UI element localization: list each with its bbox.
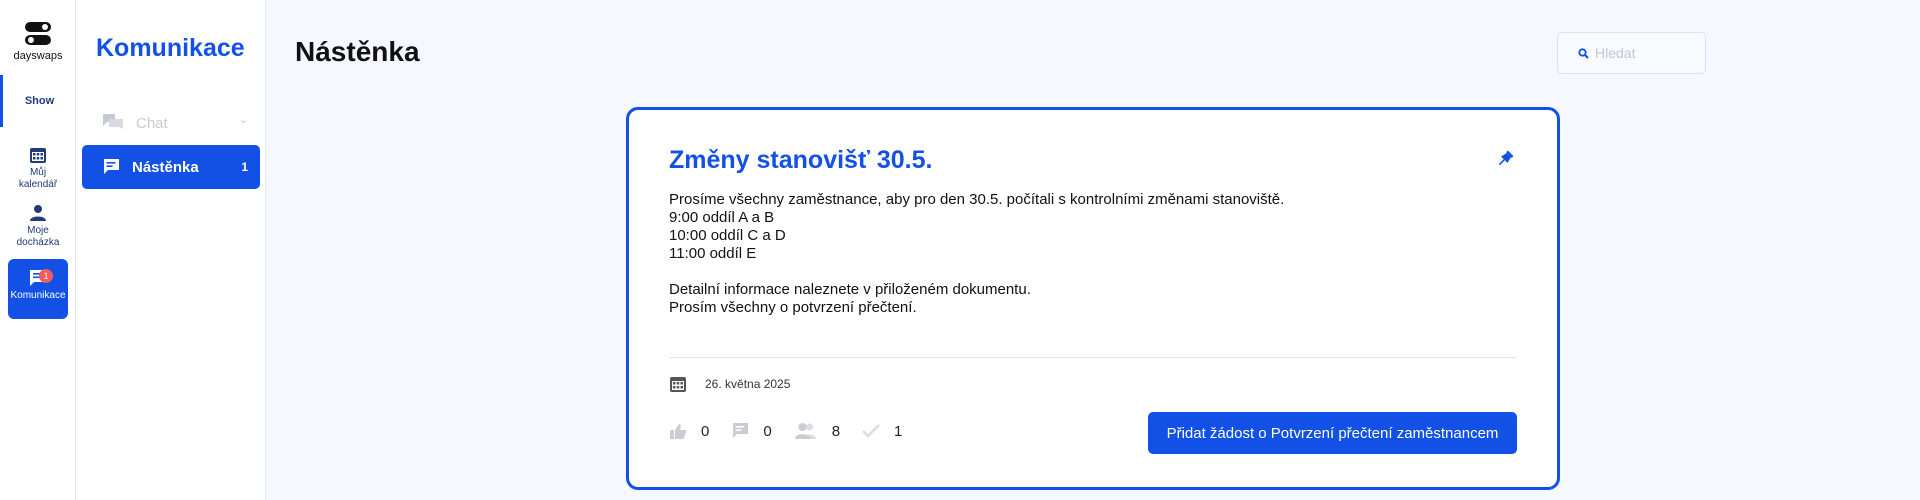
rail-item-my-attendance[interactable]: Moje docházka — [0, 204, 76, 249]
sidebar-item-chat[interactable]: Chat ⌄ — [82, 101, 260, 145]
thumbs-up-icon — [670, 423, 687, 439]
calendar-icon — [670, 377, 686, 392]
sidebar-title: Komunikace — [96, 34, 245, 62]
board-message-icon — [103, 159, 119, 174]
unread-count: 1 — [241, 160, 248, 174]
rail-item-label: Komunikace — [10, 290, 66, 301]
rail-item-label: kalendář — [18, 179, 58, 190]
comments-count: 0 — [763, 422, 772, 440]
chat-bubbles-icon — [103, 114, 123, 129]
post-line: Prosím všechny o potvrzení přečtení. — [669, 299, 917, 316]
recipients-count: 8 — [831, 422, 841, 440]
post-line: Prosíme všechny zaměstnance, aby pro den… — [669, 191, 1285, 208]
comment-icon — [732, 423, 749, 438]
post-line: Detailní informace naleznete v přiložené… — [669, 281, 1031, 298]
show-button[interactable]: Show — [0, 75, 76, 127]
secondary-sidebar: Komunikace Chat ⌄ Nástěnka 1 — [76, 0, 266, 500]
notification-badge: 1 — [39, 269, 53, 283]
brand-name: dayswaps — [13, 50, 63, 62]
request-read-confirmation-button[interactable]: Přidat žádost o Potvrzení přečtení zaměs… — [1148, 412, 1517, 454]
comments-stat[interactable]: 0 — [731, 422, 772, 440]
sidebar-item-label: Chat — [136, 114, 168, 132]
sidebar-item-label: Nástěnka — [132, 158, 199, 176]
post-date: 26. května 2025 — [705, 377, 791, 391]
post-paragraph: Prosíme všechny zaměstnance, aby pro den… — [669, 191, 1284, 263]
sidebar-item-board[interactable]: Nástěnka 1 — [82, 145, 260, 189]
search-box[interactable] — [1557, 32, 1706, 74]
search-input[interactable] — [1595, 45, 1695, 61]
recipients-stat[interactable]: 8 — [794, 422, 840, 440]
likes-count: 0 — [701, 422, 710, 440]
icon-rail: dayswaps Show Můj kalendář Moje docházka… — [0, 0, 76, 500]
board-post-card: Změny stanovišť 30.5. Prosíme všechny za… — [626, 107, 1560, 490]
rail-item-label: Moje — [27, 225, 49, 236]
post-body: Prosíme všechny zaměstnance, aby pro den… — [669, 191, 1284, 335]
rail-item-communication[interactable]: 1 Komunikace — [8, 259, 68, 319]
check-icon — [862, 424, 880, 438]
rail-item-my-calendar[interactable]: Můj kalendář — [0, 146, 76, 191]
rail-item-label: Můj — [29, 167, 47, 178]
pin-icon[interactable] — [1496, 150, 1514, 168]
confirmed-count: 1 — [894, 422, 903, 440]
likes-stat[interactable]: 0 — [669, 423, 709, 440]
post-paragraph: Detailní informace naleznete v přiložené… — [669, 281, 1284, 317]
post-date-row: 26. května 2025 — [669, 375, 790, 393]
rail-item-label: docházka — [16, 237, 60, 248]
calendar-icon — [30, 148, 46, 163]
person-icon — [30, 205, 46, 221]
chevron-down-icon: ⌄ — [238, 114, 248, 126]
divider — [669, 357, 1517, 358]
confirmed-stat[interactable]: 1 — [862, 423, 902, 440]
app-logo[interactable]: dayswaps — [0, 22, 76, 62]
post-line: 10:00 oddíl C a D — [669, 227, 786, 244]
post-title: Změny stanovišť 30.5. — [669, 146, 933, 174]
post-stats: 0 0 8 1 — [669, 422, 924, 440]
page-title: Nástěnka — [295, 36, 420, 67]
post-line: 9:00 oddíl A a B — [669, 209, 775, 226]
post-line: 11:00 oddíl E — [669, 245, 757, 262]
dayswaps-logo-icon — [25, 22, 51, 46]
people-icon — [794, 423, 816, 439]
search-icon — [1578, 47, 1589, 59]
